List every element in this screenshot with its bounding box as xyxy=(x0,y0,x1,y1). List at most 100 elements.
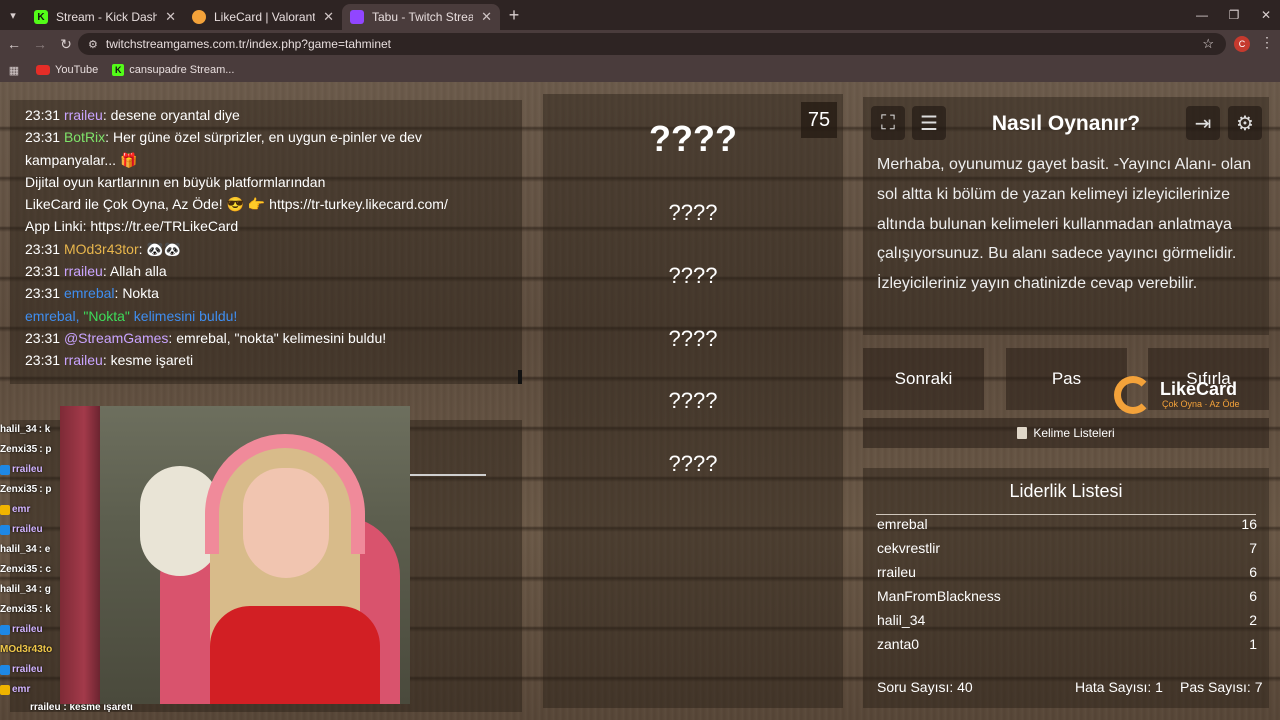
leaderboard-row: zanta0 1 xyxy=(877,636,1257,652)
reload-icon[interactable]: ↻ xyxy=(54,32,78,56)
back-icon[interactable]: ← xyxy=(2,32,26,56)
next-button[interactable]: Sonraki xyxy=(863,348,984,410)
tab-title: LikeCard | Valorant - TR xyxy=(214,10,316,24)
bookmark-label: cansupadre Stream... xyxy=(129,64,235,76)
word-lists-label: Kelime Listeleri xyxy=(1033,426,1115,440)
leaderboard-row: rraileu 6 xyxy=(877,564,1257,580)
tab-kick-dashboard[interactable]: K Stream - Kick Dashboard ✕ xyxy=(26,4,184,30)
leaderboard-row: emrebal 16 xyxy=(877,516,1257,532)
overlay-chat-line: Zenxi35 : c xyxy=(0,564,51,575)
clipboard-icon xyxy=(1017,427,1028,439)
chat-line: 23:31 @StreamGames: emrebal, "nokta" kel… xyxy=(25,329,387,346)
question-count: Soru Sayısı: 40 xyxy=(877,679,973,695)
profile-avatar[interactable]: C xyxy=(1234,36,1250,52)
badge-icon xyxy=(0,665,10,675)
leaderboard-row: cekvrestlir 7 xyxy=(877,540,1257,556)
chat-line: LikeCard ile Çok Oyna, Az Öde! 😎 👉 https… xyxy=(25,196,448,213)
webcam-overlay xyxy=(60,406,410,704)
kick-favicon-icon: K xyxy=(34,10,48,24)
menu-kebab-icon[interactable]: ⋮ xyxy=(1260,34,1274,51)
badge-icon xyxy=(0,685,10,695)
badge-icon xyxy=(0,525,10,535)
forbidden-word: ???? xyxy=(668,451,718,476)
overlay-chat-line: Zenxi35 : p xyxy=(0,484,52,495)
how-to-play-title: Nasıl Oynanır? xyxy=(991,112,1141,135)
tab-search-icon[interactable]: ▾ xyxy=(0,0,26,30)
chat-panel: 23:31 rraileu: desene oryantal diye 23:3… xyxy=(10,100,522,384)
chat-line: 23:31 BotRix: Her güne özel sürprizler, … xyxy=(25,129,422,146)
chat-line: 23:31 MOd3r43tor: 🐼🐼 xyxy=(25,240,182,257)
kick-icon: K xyxy=(112,64,125,76)
chat-line: kampanyalar... 🎁 xyxy=(25,151,138,168)
pass-count: Pas Sayısı: 7 xyxy=(1180,679,1263,695)
tab-title: Tabu - Twitch Stream Games xyxy=(372,10,474,24)
tab-title: Stream - Kick Dashboard xyxy=(56,10,158,24)
forbidden-word: ???? xyxy=(668,326,718,351)
overlay-chat: halil_34 : k Zenxi35 : p rraileu Zenxi35… xyxy=(0,420,64,720)
leaderboard-row: ManFromBlackness 6 xyxy=(877,588,1257,604)
overlay-chat-line: halil_34 : k xyxy=(0,424,51,435)
overlay-chat-line: halil_34 : g xyxy=(0,584,51,595)
site-info-icon[interactable]: ⚙ xyxy=(88,38,98,51)
chat-line: Dijital oyun kartlarının en büyük platfo… xyxy=(25,173,326,190)
minimize-icon[interactable]: — xyxy=(1186,0,1218,30)
address-bar[interactable]: ⚙ twitchstreamgames.com.tr/index.php?gam… xyxy=(78,33,1226,55)
leaderboard-title: Liderlik Listesi xyxy=(876,481,1256,515)
overlay-chat-line: emr xyxy=(0,680,64,700)
forbidden-word: ???? xyxy=(668,200,718,225)
chat-line: 23:31 rraileu: desene oryantal diye xyxy=(25,107,240,123)
divider xyxy=(410,474,486,476)
error-count: Hata Sayısı: 1 xyxy=(1075,679,1163,695)
close-tab-icon[interactable]: ✕ xyxy=(323,9,334,25)
apps-grid-icon[interactable]: ▦ xyxy=(2,58,26,82)
badge-icon xyxy=(0,465,10,475)
overlay-chat-line: Zenxi35 : k xyxy=(0,604,51,615)
new-tab-icon[interactable]: + xyxy=(500,1,528,29)
overlay-chat-line: rraileu xyxy=(0,620,64,640)
pass-button[interactable]: Pas xyxy=(1006,348,1127,410)
chat-line: 23:31 rraileu: kesme işareti xyxy=(25,352,194,369)
sponsor-name: LikeCard xyxy=(1160,379,1238,399)
webcam-headset xyxy=(205,434,365,554)
likecard-favicon-icon xyxy=(192,10,206,24)
bookmark-label: YouTube xyxy=(55,64,99,76)
chat-line: App Linki: https://tr.ee/TRLikeCard xyxy=(25,218,239,235)
youtube-icon xyxy=(36,65,50,75)
badge-icon xyxy=(0,505,10,515)
overlay-chat-line: MOd3r43to xyxy=(0,644,53,655)
overlay-chat-line: Zenxi35 : p xyxy=(0,444,52,455)
notes-icon[interactable]: ☰ xyxy=(912,106,946,140)
overlay-chat-line: rraileu xyxy=(0,660,64,680)
forward-icon[interactable]: → xyxy=(28,32,52,56)
overlay-chat-line: rraileu xyxy=(0,520,64,540)
restore-icon[interactable]: ❐ xyxy=(1218,0,1250,30)
tab-likecard[interactable]: LikeCard | Valorant - TR ✕ xyxy=(184,4,342,30)
close-tab-icon[interactable]: ✕ xyxy=(481,9,492,25)
close-tab-icon[interactable]: ✕ xyxy=(165,9,176,25)
chat-line: 23:31 emrebal: Nokta xyxy=(25,285,159,302)
webcam-curtain xyxy=(60,406,100,704)
fullscreen-icon[interactable]: ⛶ xyxy=(871,106,905,140)
chat-scrollbar[interactable] xyxy=(518,370,522,384)
bookmark-youtube[interactable]: YouTube xyxy=(36,64,98,76)
bookmarks-bar: ▦ YouTube K cansupadre Stream... xyxy=(0,58,1280,82)
likecard-mark-icon xyxy=(1114,376,1152,414)
how-to-play-text: Merhaba, oyunumuz gayet basit. -Yayıncı … xyxy=(877,156,1252,293)
logout-icon[interactable]: ⇥ xyxy=(1186,106,1220,140)
main-word: ???? xyxy=(649,118,737,159)
bookmark-star-icon[interactable]: ☆ xyxy=(1202,36,1214,52)
sponsor-tagline: Çok Oyna · Az Öde xyxy=(1162,399,1240,409)
forbidden-word: ???? xyxy=(668,263,718,288)
overlay-chat-line: emr xyxy=(0,500,64,520)
browser-tab-bar: ▾ K Stream - Kick Dashboard ✕ LikeCard |… xyxy=(0,0,1280,30)
likecard-logo: LikeCard Çok Oyna · Az Öde xyxy=(1114,376,1254,416)
settings-gear-icon[interactable]: ⚙ xyxy=(1228,106,1262,140)
bookmark-kick-stream[interactable]: K cansupadre Stream... xyxy=(112,64,234,76)
word-lists-button[interactable]: Kelime Listeleri xyxy=(863,418,1269,448)
tab-tabu[interactable]: Tabu - Twitch Stream Games ✕ xyxy=(342,4,500,30)
forbidden-word: ???? xyxy=(668,388,718,413)
overlay-chat-line: halil_34 : e xyxy=(0,544,51,555)
browser-toolbar: ← → ↻ ⚙ twitchstreamgames.com.tr/index.p… xyxy=(0,30,1280,58)
close-window-icon[interactable]: ✕ xyxy=(1250,0,1280,30)
badge-icon xyxy=(0,625,10,635)
